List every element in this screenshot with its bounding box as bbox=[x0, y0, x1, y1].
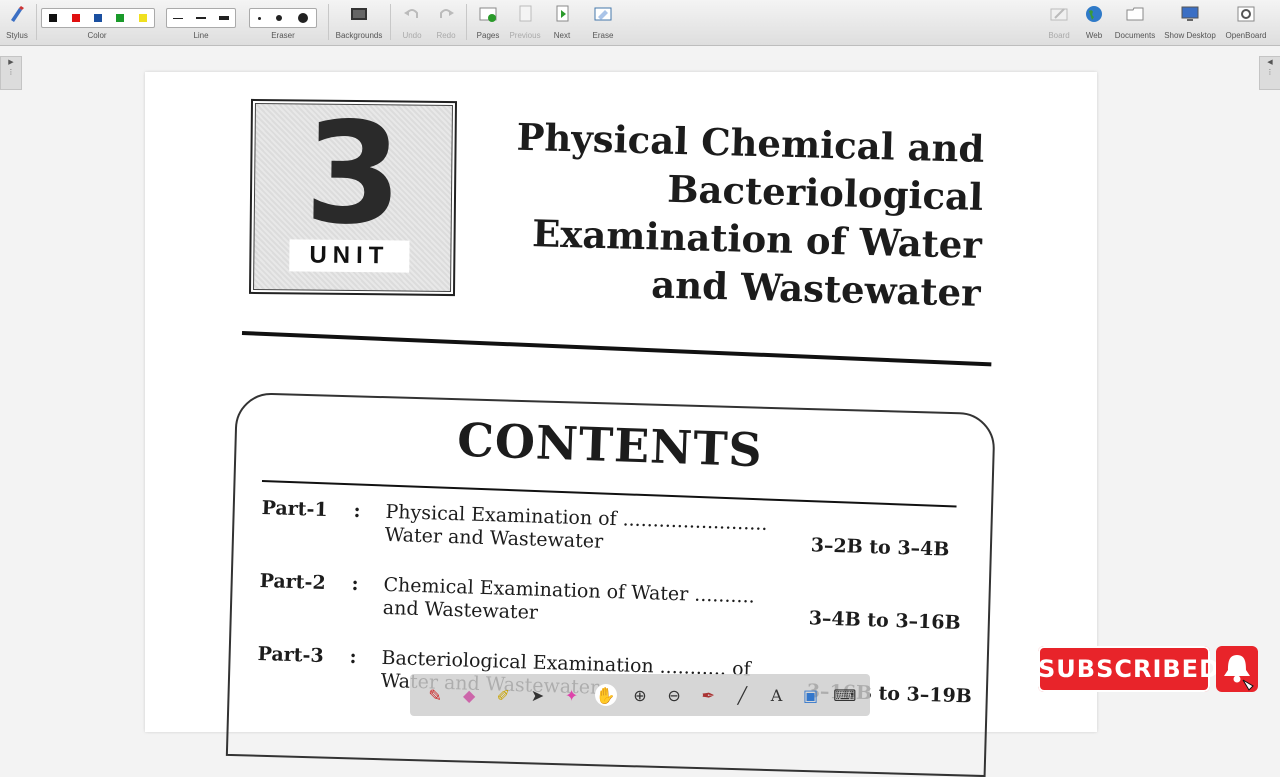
undo-button[interactable]: Undo bbox=[398, 0, 426, 45]
part-label: Part-2 bbox=[259, 570, 326, 595]
unit-box: 3 UNIT bbox=[248, 92, 458, 297]
line-medium[interactable] bbox=[195, 17, 206, 19]
stylus-icon bbox=[11, 6, 24, 22]
next-page-icon bbox=[556, 5, 569, 22]
pen-icon[interactable]: ✎ bbox=[424, 684, 446, 706]
unit-label: UNIT bbox=[289, 239, 410, 273]
subscribed-badge[interactable]: SUBSCRIBED bbox=[1038, 646, 1219, 692]
unit-title: Physical Chemical and Bacteriological Ex… bbox=[465, 112, 985, 317]
gear-icon bbox=[1237, 6, 1255, 22]
eraser-large[interactable] bbox=[298, 13, 309, 23]
eraser-group: Eraser bbox=[249, 0, 317, 45]
undo-icon bbox=[404, 9, 418, 18]
line-thick[interactable] bbox=[218, 16, 229, 20]
floating-tool-palette: ✎ ◆ ✐ ➤ ✦ ✋ ⊕ ⊖ ✒ ╱ A ▣ ⌨ bbox=[410, 674, 870, 716]
globe-icon bbox=[1086, 6, 1102, 22]
part-label: Part-1 bbox=[261, 497, 328, 522]
line-widths bbox=[166, 8, 236, 28]
pipette-icon[interactable]: ✒ bbox=[697, 684, 719, 706]
backgrounds-button[interactable]: Backgrounds bbox=[333, 0, 385, 45]
eraser-medium[interactable] bbox=[276, 15, 283, 21]
right-panel-tab[interactable]: ◀ ⋮ bbox=[1259, 56, 1280, 90]
pointer-icon[interactable]: ➤ bbox=[526, 684, 548, 706]
eraser-sizes bbox=[249, 8, 317, 28]
bell-button[interactable] bbox=[1216, 646, 1258, 692]
laser-icon[interactable]: ✦ bbox=[561, 684, 583, 706]
bell-icon bbox=[1224, 655, 1254, 691]
next-button[interactable]: Next bbox=[546, 0, 578, 45]
stylus-button[interactable]: Stylus bbox=[2, 0, 32, 45]
show-desktop-button[interactable]: Show Desktop bbox=[1162, 0, 1218, 45]
page-range: 3–4B to 3–16B bbox=[808, 607, 961, 635]
line-group: Line bbox=[166, 0, 236, 45]
zoom-in-icon[interactable]: ⊕ bbox=[629, 684, 651, 706]
left-panel-tab[interactable]: ▶ ⋮ bbox=[0, 56, 22, 90]
erase-button[interactable]: Erase bbox=[586, 0, 620, 45]
redo-icon bbox=[440, 9, 454, 18]
documents-button[interactable]: Documents bbox=[1112, 0, 1158, 45]
color-swatches bbox=[41, 8, 155, 28]
board-button[interactable]: Board bbox=[1044, 0, 1074, 45]
chevron-left-icon: ◀ ⋮ bbox=[1266, 58, 1274, 76]
previous-button[interactable]: Previous bbox=[506, 0, 544, 45]
add-page-icon bbox=[479, 7, 497, 22]
folder-icon bbox=[1126, 7, 1144, 21]
zoom-out-icon[interactable]: ⊖ bbox=[663, 684, 685, 706]
marker-icon[interactable]: ✐ bbox=[492, 684, 514, 706]
toolbar: Stylus Color Line Eraser Backgrounds Und… bbox=[0, 0, 1280, 46]
openboard-button[interactable]: OpenBoard bbox=[1222, 0, 1270, 45]
desktop-icon bbox=[1181, 6, 1199, 21]
board-icon bbox=[1050, 8, 1068, 21]
unit-number: 3 bbox=[303, 92, 403, 257]
previous-page-icon bbox=[519, 5, 532, 22]
redo-button[interactable]: Redo bbox=[432, 0, 460, 45]
eraser-small[interactable] bbox=[257, 16, 261, 20]
capture-icon[interactable]: ▣ bbox=[800, 684, 822, 706]
contents-heading: CONTENTS bbox=[456, 412, 764, 478]
line-thin[interactable] bbox=[173, 17, 184, 19]
swatch-red[interactable] bbox=[71, 14, 80, 22]
text-tool-icon[interactable]: A bbox=[765, 684, 787, 706]
web-button[interactable]: Web bbox=[1080, 0, 1108, 45]
part-label: Part-3 bbox=[257, 643, 324, 668]
swatch-black[interactable] bbox=[49, 14, 58, 22]
pages-button[interactable]: Pages bbox=[472, 0, 504, 45]
line-tool-icon[interactable]: ╱ bbox=[731, 684, 753, 706]
erase-icon bbox=[594, 7, 612, 21]
page-range: 3–2B to 3–4B bbox=[810, 534, 950, 561]
swatch-green[interactable] bbox=[116, 14, 125, 22]
eraser-icon[interactable]: ◆ bbox=[458, 684, 480, 706]
backgrounds-icon bbox=[351, 8, 367, 20]
color-group: Color bbox=[41, 0, 155, 45]
swatch-yellow[interactable] bbox=[138, 14, 147, 22]
swatch-blue[interactable] bbox=[93, 14, 102, 22]
keyboard-icon[interactable]: ⌨ bbox=[833, 684, 856, 706]
hand-icon[interactable]: ✋ bbox=[594, 684, 617, 706]
chevron-right-icon: ▶ ⋮ bbox=[7, 58, 15, 76]
